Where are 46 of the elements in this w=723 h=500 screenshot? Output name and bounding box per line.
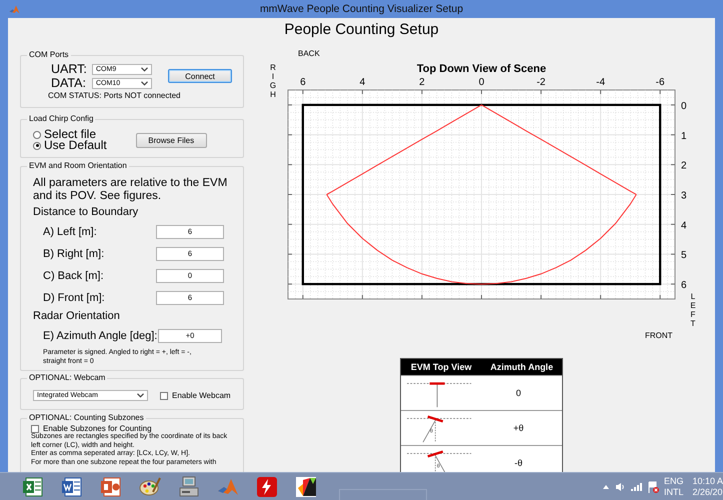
column-header: EVM Top View (410, 362, 473, 372)
table-cell-text: -θ (513, 458, 524, 468)
window-title: mmWave People Counting Visualizer Setup (258, 3, 464, 15)
panel-title: OPTIONAL: Counting Subzones (27, 413, 146, 423)
back-label: BACK (298, 49, 320, 58)
axis-tick-label: -2 (536, 77, 546, 88)
axis-tick-label: 3 (681, 190, 687, 202)
field-label: E) Azimuth Angle [deg]: (43, 330, 158, 342)
data-label: DATA: (51, 76, 87, 90)
section-heading: Distance to Boundary (33, 206, 140, 218)
field-label: C) Back [m]: (43, 270, 105, 282)
table-cell-text: +θ (512, 423, 525, 433)
axis-tick-label: 0 (478, 77, 484, 88)
table-cell-text: 0 (514, 388, 522, 398)
axis-tick-label: -6 (656, 77, 665, 88)
panel-title: COM Ports (27, 50, 71, 60)
axis-tick-label: 6 (300, 77, 306, 88)
axis-tick-label: 1 (681, 130, 687, 142)
checkbox-label: Enable Webcam (172, 391, 231, 400)
panel-title: OPTIONAL: Webcam (27, 373, 108, 383)
left-label: LEFT (690, 292, 696, 328)
panel-title: EVM and Room Orientation (27, 161, 129, 171)
checkbox-label: Enable Subzones for Counting (43, 424, 152, 433)
axis-tick-label: 4 (360, 77, 366, 88)
axis-tick-label: 2 (681, 160, 687, 172)
panel-title: Load Chirp Config (27, 114, 96, 124)
radio-label: Use Default (44, 140, 107, 151)
axis-tick-label: -4 (596, 77, 606, 88)
axis-tick-label: 5 (681, 250, 687, 262)
axis-tick-label: 0 (681, 100, 687, 112)
right-label: RIGH (270, 63, 276, 99)
column-header: Azimuth Angle (489, 362, 554, 372)
field-label: B) Right [m]: (43, 248, 106, 260)
field-label: A) Left [m]: (43, 226, 98, 238)
front-label: FRONT (645, 331, 673, 340)
axis-tick-label: 2 (419, 77, 425, 88)
chart-title: Top Down View of Scene (416, 63, 546, 75)
intro-text: All parameters are relative to the EVM and its POV. See figures. (33, 177, 228, 202)
axis-tick-label: 4 (681, 220, 687, 232)
axis-tick-label: 6 (681, 280, 687, 292)
com-status-text: COM STATUS: Ports NOT connected (48, 91, 182, 100)
page-heading: People Counting Setup (283, 20, 440, 40)
uart-label: UART: (51, 62, 88, 76)
field-label: D) Front [m]: (43, 292, 106, 304)
radio-label: Select file (44, 129, 96, 140)
section-heading: Radar Orientation (33, 310, 121, 322)
